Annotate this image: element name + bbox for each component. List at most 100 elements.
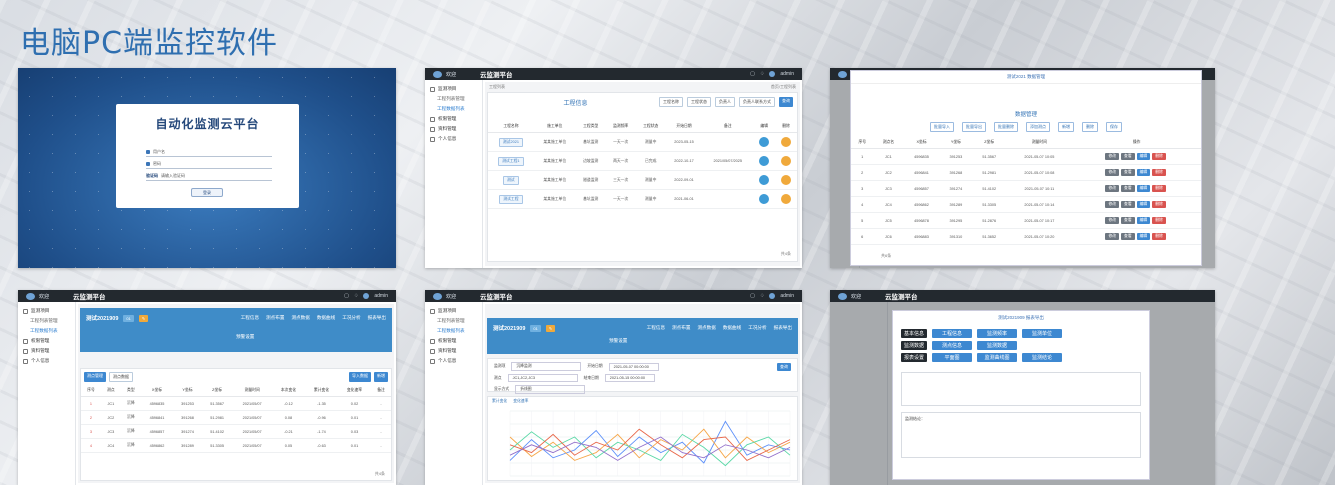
tab-analysis[interactable]: 工况分析 bbox=[748, 325, 766, 331]
view-button[interactable]: 查看 bbox=[1121, 169, 1135, 176]
edit-button[interactable] bbox=[759, 156, 770, 166]
delete-button[interactable] bbox=[781, 156, 792, 166]
tab-point-manage[interactable]: 测点管理 bbox=[84, 372, 106, 382]
view-button[interactable]: 查看 bbox=[1121, 153, 1135, 160]
edit-icon[interactable]: ✎ bbox=[138, 314, 149, 322]
add-button[interactable]: 新增 bbox=[374, 372, 388, 382]
option-conclusion[interactable]: 监测结论 bbox=[1022, 353, 1063, 362]
password-field[interactable]: 密码 bbox=[146, 160, 272, 169]
delete-button[interactable]: 删除 bbox=[1152, 217, 1166, 224]
tab-analysis[interactable]: 工况分析 bbox=[342, 315, 360, 321]
username-field[interactable]: 用户名 bbox=[146, 148, 272, 157]
delete-button[interactable]: 删除 bbox=[1152, 185, 1166, 192]
query-button[interactable]: 查询 bbox=[777, 362, 791, 371]
sidebar-item-monitor[interactable]: 监测项目 bbox=[425, 306, 482, 316]
fullscreen-icon[interactable]: ▢ bbox=[750, 71, 755, 77]
modify-button[interactable]: 修改 bbox=[1105, 233, 1120, 240]
filter-owner[interactable]: 负责人 bbox=[715, 97, 735, 107]
sidebar-item-project-data[interactable]: 工程数据列表 bbox=[18, 326, 75, 336]
modify-button[interactable]: 修改 bbox=[1105, 185, 1120, 192]
tab-layout[interactable]: 测点布置 bbox=[266, 315, 284, 321]
tab-curve[interactable]: 数据曲线 bbox=[317, 315, 335, 321]
filter-status[interactable]: 工程状态 bbox=[687, 97, 711, 107]
edit-button[interactable]: 编辑 bbox=[1136, 217, 1151, 224]
project-name[interactable]: 测试2021 bbox=[498, 137, 523, 147]
view-button[interactable]: 查看 bbox=[1121, 217, 1135, 224]
modify-button[interactable]: 修改 bbox=[1105, 169, 1120, 176]
tab-report[interactable]: 报表导出 bbox=[368, 315, 386, 321]
display-mode-select[interactable]: 折线图 bbox=[515, 385, 586, 394]
tab-warning[interactable]: 预警设置 bbox=[609, 338, 792, 344]
pagination[interactable]: 共4条 bbox=[375, 471, 385, 477]
option-plan[interactable]: 平面图 bbox=[932, 353, 973, 362]
modify-button[interactable]: 修改 bbox=[1105, 217, 1120, 224]
batch-delete-button[interactable]: 批量删除 bbox=[994, 122, 1018, 132]
delete-button[interactable]: 删除 bbox=[1152, 233, 1166, 240]
sidebar-item-project-list[interactable]: 工程列表管理 bbox=[18, 316, 75, 326]
sidebar-item-docs[interactable]: 资料管理 bbox=[18, 346, 75, 356]
tab-rate[interactable]: 变化速率 bbox=[513, 399, 528, 404]
option-unit[interactable]: 监测单位 bbox=[1022, 329, 1063, 338]
option-point-info[interactable]: 测点信息 bbox=[932, 341, 973, 350]
sidebar-item-permission[interactable]: 权限管理 bbox=[18, 336, 75, 346]
project-name[interactable]: 测试工程 bbox=[499, 194, 523, 204]
delete-button[interactable] bbox=[781, 194, 792, 204]
sidebar-item-profile[interactable]: 个人信息 bbox=[425, 356, 482, 366]
point-select[interactable]: JC1,JC2,JC3 bbox=[507, 374, 578, 382]
filter-contact[interactable]: 负责人联系方式 bbox=[739, 97, 775, 107]
view-button[interactable]: 查看 bbox=[1121, 233, 1135, 240]
search-button[interactable]: 查询 bbox=[779, 97, 793, 107]
avatar[interactable] bbox=[769, 71, 776, 77]
add-button[interactable]: 新增 bbox=[1058, 122, 1074, 132]
edit-button[interactable]: 编辑 bbox=[1136, 201, 1151, 208]
delete-button[interactable]: 删除 bbox=[1082, 122, 1098, 132]
captcha-field[interactable]: 验证码 请输入验证码 bbox=[146, 172, 272, 181]
tab-point-data[interactable]: 测点数据 bbox=[109, 372, 133, 382]
edit-button[interactable]: 编辑 bbox=[1136, 169, 1151, 176]
edit-button[interactable]: 编辑 bbox=[1136, 185, 1151, 192]
tab-info[interactable]: 工程信息 bbox=[241, 315, 259, 321]
tab-cumulative[interactable]: 累计变化 bbox=[492, 399, 507, 404]
option-curve[interactable]: 监测曲线图 bbox=[977, 353, 1018, 362]
sidebar-item-profile[interactable]: 个人信息 bbox=[18, 356, 75, 366]
add-point-button[interactable]: 添加测点 bbox=[1026, 122, 1050, 132]
sidebar-item-profile[interactable]: 个人信息 bbox=[425, 134, 482, 144]
export-button[interactable]: 批量导出 bbox=[962, 122, 986, 132]
option-monitor-data[interactable]: 监测数据 bbox=[977, 341, 1018, 350]
save-button[interactable]: 保存 bbox=[1106, 122, 1122, 132]
sidebar-item-docs[interactable]: 资料管理 bbox=[425, 124, 482, 134]
tab-info[interactable]: 工程信息 bbox=[647, 325, 665, 331]
avatar[interactable] bbox=[363, 293, 370, 299]
avatar[interactable] bbox=[769, 293, 776, 299]
sidebar-item-project-data[interactable]: 工程数据列表 bbox=[425, 104, 482, 114]
filter-name[interactable]: 工程名称 bbox=[659, 97, 683, 107]
edit-button[interactable] bbox=[759, 175, 770, 185]
edit-icon[interactable]: ✎ bbox=[545, 324, 556, 332]
project-name[interactable]: 测试 bbox=[503, 175, 519, 185]
edit-button[interactable]: 编辑 bbox=[1136, 153, 1151, 160]
tab-curve[interactable]: 数据曲线 bbox=[723, 325, 741, 331]
sidebar-item-project-list[interactable]: 工程列表管理 bbox=[425, 94, 482, 104]
sidebar-item-project-data[interactable]: 工程数据列表 bbox=[425, 326, 482, 336]
edit-button[interactable] bbox=[759, 194, 770, 204]
modify-button[interactable]: 修改 bbox=[1105, 153, 1120, 160]
sidebar-item-permission[interactable]: 权限管理 bbox=[425, 114, 482, 124]
delete-button[interactable]: 删除 bbox=[1152, 169, 1166, 176]
delete-button[interactable] bbox=[781, 175, 792, 185]
project-name[interactable]: 测试工程1 bbox=[498, 156, 524, 166]
edit-button[interactable] bbox=[759, 137, 770, 147]
option-project-info[interactable]: 工程信息 bbox=[932, 329, 973, 338]
sidebar-item-docs[interactable]: 资料管理 bbox=[425, 346, 482, 356]
login-button[interactable]: 登录 bbox=[191, 188, 223, 197]
pagination[interactable]: 共4条 bbox=[781, 251, 791, 257]
pagination[interactable]: 共6条 bbox=[881, 253, 891, 259]
fullscreen-icon[interactable]: ▢ bbox=[750, 293, 755, 299]
bell-icon[interactable]: ♢ bbox=[760, 293, 764, 299]
edit-button[interactable]: 编辑 bbox=[1136, 233, 1151, 240]
view-button[interactable]: 查看 bbox=[1121, 185, 1135, 192]
tab-report[interactable]: 报表导出 bbox=[774, 325, 792, 331]
import-button[interactable]: 批量导入 bbox=[930, 122, 954, 132]
start-date-input[interactable]: 2021-05-07 00:00:00 bbox=[608, 362, 659, 371]
option-frequency[interactable]: 监测频率 bbox=[977, 329, 1018, 338]
view-button[interactable]: 查看 bbox=[1121, 201, 1135, 208]
